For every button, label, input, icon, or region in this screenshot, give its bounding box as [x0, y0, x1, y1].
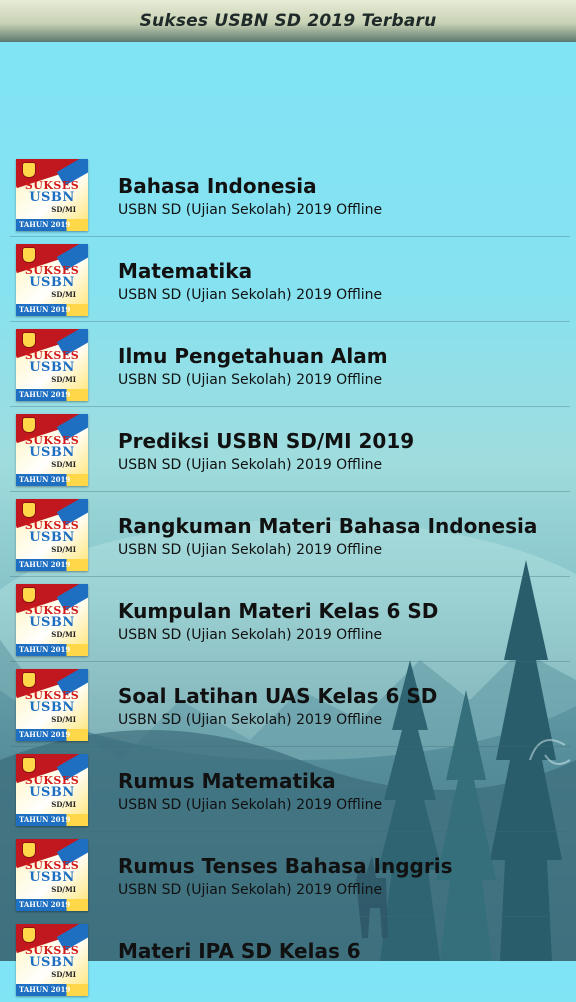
thumb-line3: SD/MI: [51, 290, 76, 299]
usbn-cover-thumbnail: SUKSES USBN SD/MI TAHUN 2019: [16, 669, 88, 741]
list-item[interactable]: SUKSES USBN SD/MI TAHUN 2019 Rumus Tense…: [0, 832, 576, 917]
item-title: Kumpulan Materi Kelas 6 SD: [118, 599, 439, 623]
subject-list[interactable]: SUKSES USBN SD/MI TAHUN 2019 Bahasa Indo…: [0, 152, 576, 1002]
thumb-band: TAHUN 2019: [19, 305, 71, 314]
thumb-line2: USBN: [29, 360, 75, 375]
thumb-line2: USBN: [29, 445, 75, 460]
list-item[interactable]: SUKSES USBN SD/MI TAHUN 2019 Matematika …: [0, 237, 576, 322]
list-item[interactable]: SUKSES USBN SD/MI TAHUN 2019 Prediksi US…: [0, 407, 576, 492]
thumb-line3: SD/MI: [51, 885, 76, 894]
thumb-line3: SD/MI: [51, 375, 76, 384]
emblem-icon: [22, 672, 36, 688]
item-subtitle: USBN SD (Ujian Sekolah) 2019 Offline: [118, 457, 383, 473]
item-title: Matematika: [118, 259, 253, 283]
item-title: Ilmu Pengetahuan Alam: [118, 344, 388, 368]
usbn-cover-thumbnail: SUKSES USBN SD/MI TAHUN 2019: [16, 499, 88, 571]
usbn-cover-thumbnail: SUKSES USBN SD/MI TAHUN 2019: [16, 329, 88, 401]
emblem-icon: [22, 332, 36, 348]
thumb-line2: USBN: [29, 700, 75, 715]
thumb-line2: USBN: [29, 530, 75, 545]
thumb-line2: USBN: [29, 190, 75, 205]
list-item[interactable]: SUKSES USBN SD/MI TAHUN 2019 Kumpulan Ma…: [0, 577, 576, 662]
item-subtitle: USBN SD (Ujian Sekolah) 2019 Offline: [118, 287, 383, 303]
item-subtitle: USBN SD (Ujian Sekolah) 2019 Offline: [118, 202, 383, 218]
emblem-icon: [22, 247, 36, 263]
item-title: Rumus Tenses Bahasa Inggris: [118, 854, 453, 878]
item-subtitle: USBN SD (Ujian Sekolah) 2019 Offline: [118, 372, 383, 388]
thumb-band: TAHUN 2019: [19, 220, 71, 229]
thumb-band: TAHUN 2019: [19, 815, 71, 824]
item-title: Prediksi USBN SD/MI 2019: [118, 429, 415, 453]
item-subtitle: USBN SD (Ujian Sekolah) 2019 Offline: [118, 882, 383, 898]
thumb-line3: SD/MI: [51, 460, 76, 469]
thumb-band: TAHUN 2019: [19, 390, 71, 399]
item-title: Bahasa Indonesia: [118, 174, 317, 198]
usbn-cover-thumbnail: SUKSES USBN SD/MI TAHUN 2019: [16, 754, 88, 826]
item-title: Rangkuman Materi Bahasa Indonesia: [118, 514, 538, 538]
list-item[interactable]: SUKSES USBN SD/MI TAHUN 2019 Materi IPA …: [0, 917, 576, 1002]
thumb-line2: USBN: [29, 275, 75, 290]
usbn-cover-thumbnail: SUKSES USBN SD/MI TAHUN 2019: [16, 584, 88, 656]
thumb-line2: USBN: [29, 615, 75, 630]
thumb-line2: USBN: [29, 785, 75, 800]
thumb-line3: SD/MI: [51, 205, 76, 214]
thumb-line3: SD/MI: [51, 970, 76, 979]
thumb-line2: USBN: [29, 870, 75, 885]
list-item[interactable]: SUKSES USBN SD/MI TAHUN 2019 Soal Latiha…: [0, 662, 576, 747]
thumb-band: TAHUN 2019: [19, 730, 71, 739]
list-item[interactable]: SUKSES USBN SD/MI TAHUN 2019 Rangkuman M…: [0, 492, 576, 577]
usbn-cover-thumbnail: SUKSES USBN SD/MI TAHUN 2019: [16, 159, 88, 231]
emblem-icon: [22, 757, 36, 773]
usbn-cover-thumbnail: SUKSES USBN SD/MI TAHUN 2019: [16, 414, 88, 486]
app-title-bar: Sukses USBN SD 2019 Terbaru: [0, 0, 576, 42]
thumb-band: TAHUN 2019: [19, 985, 71, 994]
item-subtitle: USBN SD (Ujian Sekolah) 2019 Offline: [118, 797, 383, 813]
list-item[interactable]: SUKSES USBN SD/MI TAHUN 2019 Ilmu Penget…: [0, 322, 576, 407]
emblem-icon: [22, 417, 36, 433]
thumb-line3: SD/MI: [51, 800, 76, 809]
usbn-cover-thumbnail: SUKSES USBN SD/MI TAHUN 2019: [16, 244, 88, 316]
usbn-cover-thumbnail: SUKSES USBN SD/MI TAHUN 2019: [16, 839, 88, 911]
item-subtitle: USBN SD (Ujian Sekolah) 2019 Offline: [118, 712, 383, 728]
item-subtitle: USBN SD (Ujian Sekolah) 2019 Offline: [118, 627, 383, 643]
thumb-line3: SD/MI: [51, 545, 76, 554]
item-subtitle: USBN SD (Ujian Sekolah) 2019 Offline: [118, 542, 383, 558]
emblem-icon: [22, 927, 36, 943]
thumb-band: TAHUN 2019: [19, 645, 71, 654]
usbn-cover-thumbnail: SUKSES USBN SD/MI TAHUN 2019: [16, 924, 88, 996]
list-item[interactable]: SUKSES USBN SD/MI TAHUN 2019 Rumus Matem…: [0, 747, 576, 832]
list-item[interactable]: SUKSES USBN SD/MI TAHUN 2019 Bahasa Indo…: [0, 152, 576, 237]
emblem-icon: [22, 162, 36, 178]
item-title: Rumus Matematika: [118, 769, 336, 793]
emblem-icon: [22, 502, 36, 518]
app-title: Sukses USBN SD 2019 Terbaru: [139, 11, 437, 31]
item-title: Soal Latihan UAS Kelas 6 SD: [118, 684, 438, 708]
thumb-line3: SD/MI: [51, 630, 76, 639]
thumb-band: TAHUN 2019: [19, 560, 71, 569]
emblem-icon: [22, 842, 36, 858]
thumb-band: TAHUN 2019: [19, 475, 71, 484]
thumb-band: TAHUN 2019: [19, 900, 71, 909]
item-title: Materi IPA SD Kelas 6: [118, 939, 361, 963]
emblem-icon: [22, 587, 36, 603]
thumb-line2: USBN: [29, 955, 75, 970]
thumb-line3: SD/MI: [51, 715, 76, 724]
